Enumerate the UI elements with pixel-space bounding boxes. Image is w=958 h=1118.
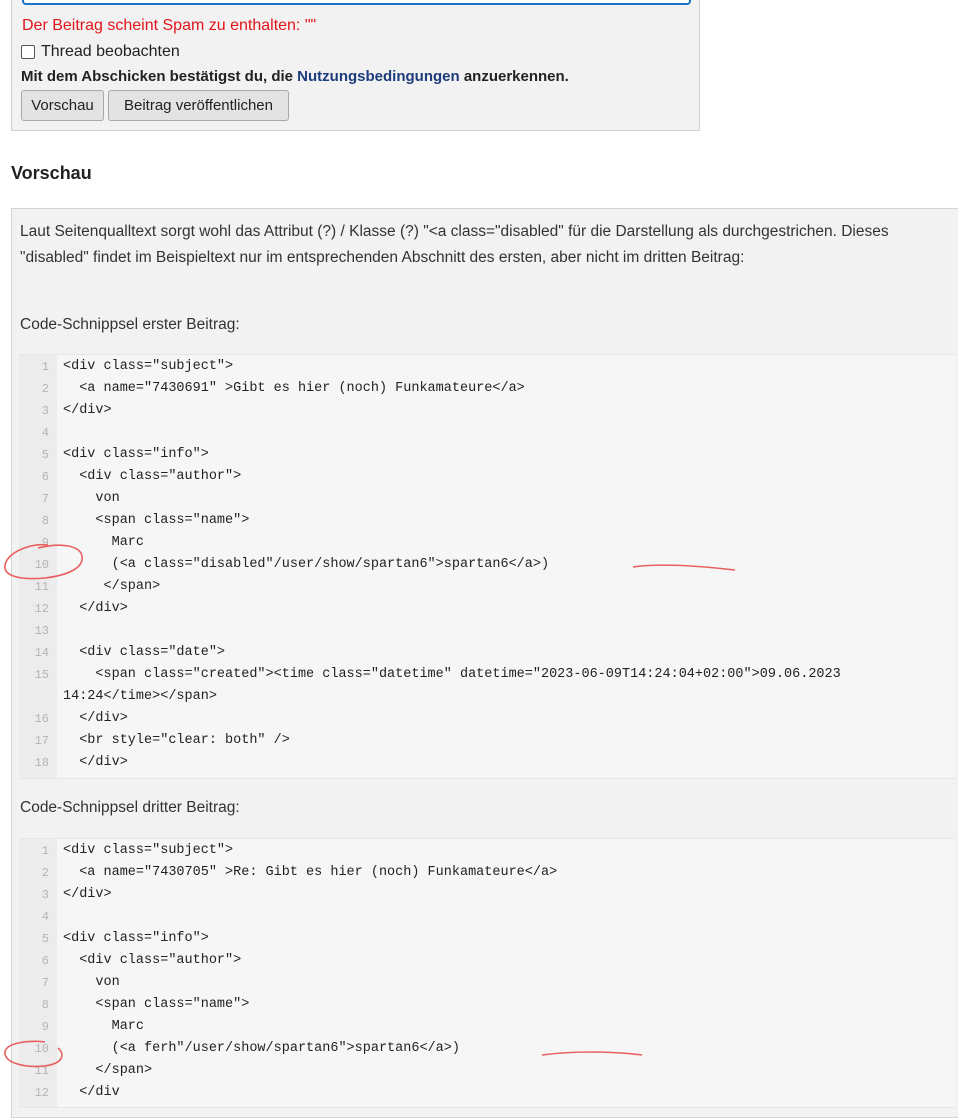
line-number: 12 <box>34 1086 49 1100</box>
preview-paragraph: Laut Seitenqualltext sorgt wohl das Attr… <box>20 223 889 266</box>
code-text: </div> <box>63 887 112 902</box>
terms-link[interactable]: Nutzungsbedingungen <box>297 68 459 85</box>
code-text: <div class="author"> <box>63 469 242 484</box>
preview-paragraph: Code-Schnippsel dritter Beitrag: <box>20 799 240 816</box>
code-text: <div class="info"> <box>63 931 209 946</box>
watch-thread-label[interactable]: Thread beobachten <box>41 43 180 61</box>
line-number: 11 <box>34 1064 49 1078</box>
code-text: </div> <box>63 601 128 616</box>
code-text: Marc <box>63 535 145 550</box>
code-text: <span class="name"> <box>63 997 250 1012</box>
code-text: <div class="info"> <box>63 447 209 462</box>
terms-notice: Mit dem Abschicken bestätigst du, die Nu… <box>21 68 569 85</box>
line-number: 18 <box>34 756 49 770</box>
line-number: 6 <box>41 470 49 484</box>
line-number: 17 <box>34 734 49 748</box>
line-number: 13 <box>34 624 49 638</box>
code-text: </div> <box>63 755 128 770</box>
line-number: 15 <box>34 668 49 682</box>
line-number: 7 <box>41 976 49 990</box>
preview-heading: Vorschau <box>11 163 92 183</box>
code-text: </span> <box>63 579 161 594</box>
terms-suffix: anzuerkennen. <box>459 68 569 85</box>
preview-button[interactable]: Vorschau <box>21 90 104 121</box>
code-text: </div> <box>63 403 112 418</box>
line-number: 9 <box>41 1020 49 1034</box>
code-text: <br style="clear: both" /> <box>63 733 290 748</box>
code-text: </span> <box>63 1063 153 1078</box>
code-text: von <box>63 491 120 506</box>
line-number: 3 <box>41 404 49 418</box>
line-number: 12 <box>34 602 49 616</box>
code-text: <div class="subject"> <box>63 359 234 374</box>
line-number: 8 <box>41 998 49 1012</box>
line-number: 5 <box>41 448 49 462</box>
line-number: 8 <box>41 514 49 528</box>
code-text: von <box>63 975 120 990</box>
code-block-first-post: 1 <div class="subject"> 2 <a name="7430691… <box>19 354 955 779</box>
message-textarea[interactable]: ⟋ <box>22 0 691 5</box>
code-text: <a name="7430691" >Gibt es hier (noch) F… <box>63 381 525 396</box>
code-text: (<a ferh"/user/show/spartan6">spartan6</… <box>63 1041 460 1056</box>
line-number: 1 <box>41 844 49 858</box>
code-text: 14:24</time></span> <box>63 689 217 704</box>
spam-error-message: Der Beitrag scheint Spam zu enthalten: "… <box>22 17 317 34</box>
code-text: <span class="name"> <box>63 513 250 528</box>
watch-thread-checkbox[interactable] <box>21 45 35 59</box>
code-text: <a name="7430705" >Re: Gibt es hier (noc… <box>63 865 558 880</box>
watch-thread-row[interactable]: Thread beobachten <box>21 43 180 61</box>
code-text: <div class="date"> <box>63 645 226 660</box>
code-text: (<a class="disabled"/user/show/spartan6"… <box>63 557 550 572</box>
terms-prefix: Mit dem Abschicken bestätigst du, die <box>21 68 298 85</box>
line-number: 4 <box>41 426 49 440</box>
line-number: 3 <box>41 888 49 902</box>
line-number: 10 <box>34 1042 49 1056</box>
code-text: </div> <box>63 711 128 726</box>
line-number: 2 <box>41 382 49 396</box>
line-number: 6 <box>41 954 49 968</box>
line-number: 11 <box>34 580 49 594</box>
line-number: 4 <box>41 910 49 924</box>
line-number: 7 <box>41 492 49 506</box>
code-text: </div <box>63 1085 120 1100</box>
line-number: 1 <box>41 360 49 374</box>
line-number: 16 <box>34 712 49 726</box>
line-number: 5 <box>41 932 49 946</box>
code-text: <div class="author"> <box>63 953 242 968</box>
line-number: 9 <box>41 536 49 550</box>
code-text: <div class="subject"> <box>63 843 234 858</box>
line-number: 2 <box>41 866 49 880</box>
code-text: <span class="created"><time class="datet… <box>63 667 841 682</box>
line-number: 10 <box>34 558 49 572</box>
resize-grip-icon[interactable]: ⟋ <box>681 0 687 2</box>
publish-button[interactable]: Beitrag veröffentlichen <box>108 90 289 121</box>
code-block-third-post: 1 <div class="subject"> 2 <a name="7430705… <box>19 838 955 1108</box>
preview-paragraph: Code-Schnippsel erster Beitrag: <box>20 316 240 333</box>
line-number: 14 <box>34 646 49 660</box>
code-text: Marc <box>63 1019 145 1034</box>
